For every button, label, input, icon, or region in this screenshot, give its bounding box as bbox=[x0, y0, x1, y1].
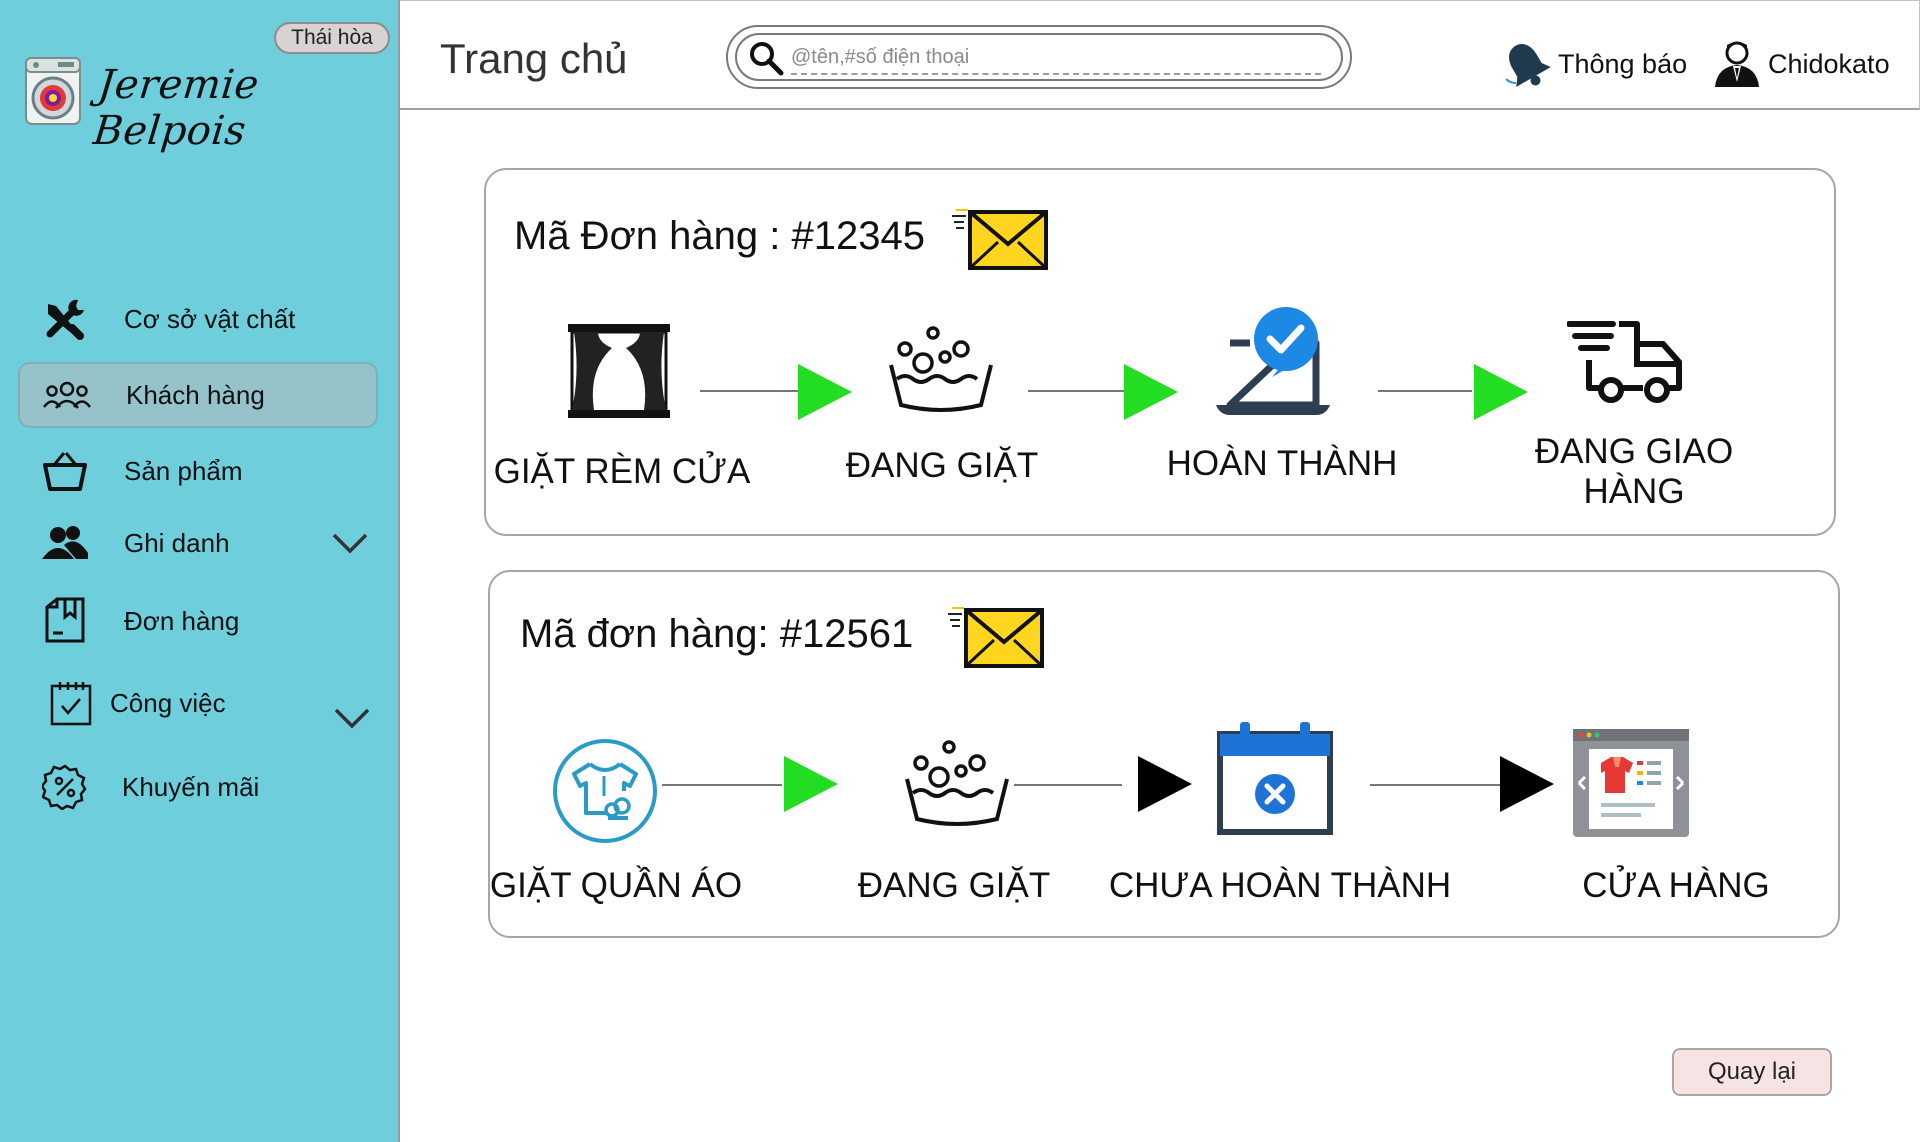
sidebar-item-label: Đơn hàng bbox=[124, 605, 240, 636]
step-connector bbox=[1028, 390, 1126, 392]
chevron-down-icon[interactable] bbox=[330, 704, 374, 732]
progress-arrow-icon bbox=[1474, 364, 1528, 420]
progress-arrow-icon bbox=[784, 756, 838, 812]
sidebar-item-label: Khuyến mãi bbox=[122, 771, 260, 802]
search-bar bbox=[726, 25, 1352, 89]
calendar-check-icon bbox=[46, 678, 96, 728]
basket-icon bbox=[40, 446, 90, 496]
search-input[interactable] bbox=[791, 41, 1321, 75]
curtain-icon bbox=[554, 306, 684, 436]
order-card[interactable]: Mã Đơn hàng : #12345 GIẶT RÈM CỬA ĐANG G… bbox=[484, 168, 1836, 536]
store-window-icon bbox=[1566, 718, 1696, 848]
bell-icon bbox=[1505, 44, 1551, 87]
sidebar-item-label: Công việc bbox=[110, 687, 226, 718]
step-connector bbox=[1378, 390, 1472, 392]
step-connector bbox=[1014, 784, 1122, 786]
delivery-truck-icon bbox=[1562, 300, 1692, 430]
back-button[interactable]: Quay lại bbox=[1672, 1048, 1832, 1096]
step-label: ĐANG GIẶT bbox=[845, 446, 1039, 485]
top-header: Trang chủ Thông báo Chidokato bbox=[400, 0, 1920, 110]
step-label: ĐANG GIẶT bbox=[857, 866, 1051, 905]
sidebar-item-label: Ghi danh bbox=[124, 527, 230, 558]
sidebar-item-products[interactable]: Sản phẩm bbox=[18, 438, 378, 504]
sidebar-item-tasks[interactable]: Công việc bbox=[18, 670, 378, 736]
user-menu[interactable]: Chidokato bbox=[1712, 39, 1890, 89]
step-connector bbox=[700, 390, 798, 392]
step-connector bbox=[662, 784, 782, 786]
customers-icon bbox=[42, 370, 92, 420]
step-label: GIẶT QUẦN ÁO bbox=[489, 866, 743, 905]
calendar-cancel-icon bbox=[1210, 714, 1340, 844]
progress-arrow-icon bbox=[1124, 364, 1178, 420]
sidebar: Thái hòa Jeremie Belpois Cơ sở vật chất … bbox=[0, 0, 400, 1142]
sidebar-item-enrollment[interactable]: Ghi danh bbox=[18, 510, 378, 576]
discount-badge-icon bbox=[40, 762, 90, 812]
washing-basin-icon bbox=[876, 306, 1006, 436]
tools-icon bbox=[40, 294, 90, 344]
branch-badge[interactable]: Thái hòa bbox=[274, 22, 390, 54]
step-label: ĐANG GIAO HÀNG bbox=[1534, 432, 1734, 511]
washing-basin-icon bbox=[892, 720, 1022, 850]
sidebar-item-label: Khách hàng bbox=[126, 379, 265, 410]
washing-machine-logo-icon bbox=[25, 57, 81, 125]
sidebar-item-label: Cơ sở vật chất bbox=[124, 303, 296, 334]
mail-icon[interactable] bbox=[946, 606, 1046, 670]
user-name: Chidokato bbox=[1768, 48, 1890, 79]
chevron-down-icon[interactable] bbox=[328, 529, 372, 557]
search-icon[interactable] bbox=[747, 39, 785, 77]
order-card[interactable]: Mã đơn hàng: #12561 GIẶT QUẦN ÁO ĐANG GI… bbox=[488, 570, 1840, 938]
mail-icon[interactable] bbox=[950, 208, 1050, 272]
order-title: Mã đơn hàng: #12561 bbox=[520, 612, 914, 656]
step-connector bbox=[1370, 784, 1500, 786]
sidebar-item-label: Sản phẩm bbox=[124, 455, 243, 486]
search-field-frame bbox=[735, 33, 1343, 81]
step-label: GIẶT RÈM CỬA bbox=[493, 452, 751, 491]
progress-arrow-icon bbox=[1500, 756, 1554, 812]
sidebar-item-customers[interactable]: Khách hàng bbox=[18, 362, 378, 428]
notifications-button[interactable]: Thông báo bbox=[1500, 39, 1687, 89]
page-title: Trang chủ bbox=[440, 35, 628, 82]
laptop-check-icon bbox=[1208, 300, 1338, 430]
user-avatar-icon bbox=[1715, 41, 1759, 87]
progress-arrow-icon bbox=[798, 364, 852, 420]
step-label: HOÀN THÀNH bbox=[1166, 444, 1398, 483]
shirt-wash-icon bbox=[540, 726, 670, 856]
sidebar-item-orders[interactable]: Đơn hàng bbox=[18, 588, 378, 654]
order-title: Mã Đơn hàng : #12345 bbox=[514, 214, 925, 258]
brand-name: Jeremie Belpois bbox=[91, 62, 262, 154]
sidebar-item-promotions[interactable]: Khuyến mãi bbox=[18, 754, 378, 820]
sidebar-item-facilities[interactable]: Cơ sở vật chất bbox=[18, 286, 378, 352]
step-label: CỬA HÀNG bbox=[1582, 866, 1770, 905]
users-icon bbox=[40, 518, 90, 568]
progress-arrow-icon bbox=[1138, 756, 1192, 812]
step-label: CHƯA HOÀN THÀNH bbox=[1108, 866, 1452, 905]
order-box-icon bbox=[40, 596, 90, 646]
notifications-label: Thông báo bbox=[1558, 48, 1688, 79]
